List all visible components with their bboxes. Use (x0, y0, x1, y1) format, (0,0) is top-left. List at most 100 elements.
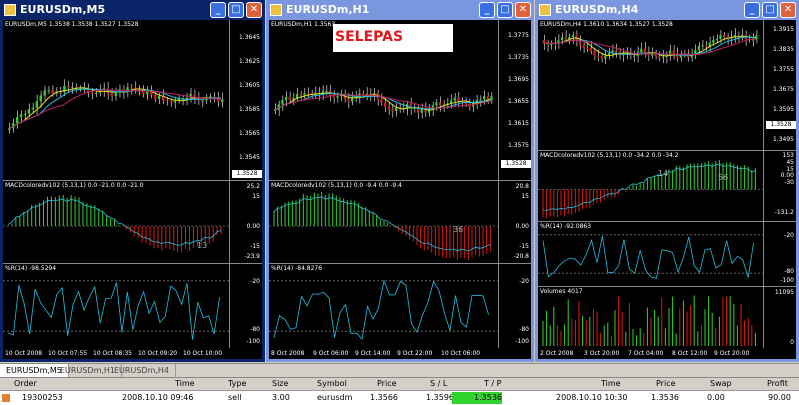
scale-label: 1.3575 (508, 142, 529, 149)
wpr-scale: -20 -80 -100 (229, 264, 262, 348)
scale-label: 0.00 (780, 172, 794, 179)
table-row[interactable]: 19300253 2008.10.10 09:46 sell 3.00 euru… (0, 392, 799, 404)
macd-pane[interactable]: MACDcoloredv102 (5,13,1) 0.0 -34.2 0.0 -… (538, 151, 796, 222)
window-title: EURUSDm,M5 (20, 3, 106, 16)
chart-window-h1[interactable]: EURUSDm,H1 _ □ ✕ EURUSDm,H1 1.3563 SELEP… (266, 0, 534, 362)
scale-label: -20 (519, 278, 529, 285)
tp-cell: 1.3536 (452, 392, 502, 404)
chart-area[interactable]: EURUSDm,H4 1.3610 1.3634 1.3527 1.3528 1… (538, 20, 796, 359)
scale-label: -20 (784, 232, 794, 239)
candle-body (71, 86, 74, 88)
time-axis: 8 Oct 2008 9 Oct 06:00 9 Oct 14:00 9 Oct… (269, 349, 531, 359)
candle-body (564, 37, 567, 40)
window-titlebar[interactable]: EURUSDm,M5 _ □ ✕ (0, 0, 265, 20)
chart-area[interactable]: EURUSDm,M5 1.3538 1.3538 1.3527 1.3528 1… (3, 20, 262, 359)
scale-label: 1.3595 (773, 106, 794, 113)
volume-pane[interactable]: Volumes 4017 11095 0 (538, 287, 796, 348)
col-header[interactable]: Swap (710, 379, 732, 388)
col-header[interactable]: Order (14, 379, 37, 388)
cell: 90.00 (768, 393, 791, 402)
window-titlebar[interactable]: EURUSDm,H4 _ □ ✕ (535, 0, 799, 20)
scale-label: -23.9 (244, 253, 260, 260)
minimize-button[interactable]: _ (210, 2, 226, 18)
window-title: EURUSDm,H1 (286, 3, 370, 16)
col-header[interactable]: Price (656, 379, 676, 388)
candle-body (435, 102, 438, 106)
price-pane[interactable]: EURUSDm,H1 1.3563 SELEPAS 1.3775 1.3735 … (269, 20, 531, 181)
wpr-pane[interactable]: %R(14) -84.8276 -20 -80 -100 (269, 264, 531, 348)
close-button[interactable]: ✕ (246, 2, 262, 18)
candle-body (490, 96, 493, 101)
col-header[interactable]: Type (228, 379, 246, 388)
scale-label: -100 (780, 277, 794, 284)
close-button[interactable]: ✕ (515, 2, 531, 18)
minimize-button[interactable]: _ (479, 2, 495, 18)
current-price-box: 1.3528 (501, 160, 531, 168)
candle-body (694, 50, 697, 54)
candle-body (23, 113, 27, 115)
candle-body (31, 107, 35, 110)
minimize-button[interactable]: _ (744, 2, 760, 18)
close-button[interactable]: ✕ (780, 2, 796, 18)
tab-eurusdm-h4[interactable]: EURUSDm,H4 (108, 364, 177, 377)
chart-area[interactable]: EURUSDm,H1 1.3563 SELEPAS 1.3775 1.3735 … (269, 20, 531, 359)
macd-histogram-svg (3, 195, 230, 253)
col-header[interactable]: Time (175, 379, 195, 388)
col-header[interactable]: S / L (430, 379, 447, 388)
candle-body (285, 96, 288, 100)
price-chart-svg (542, 28, 758, 65)
wpr-pane[interactable]: %R(14) -92.0863 -20 -80 -100 (538, 222, 796, 287)
macd-pane[interactable]: MACDcoloredv102 (5,13,1) 0.0 -9.4 0.0 -9… (269, 181, 531, 264)
candle-body (672, 50, 675, 54)
time-label: 10 Oct 09:20 (138, 350, 178, 357)
time-label: 10 Oct 07:55 (48, 350, 88, 357)
macd-annotation: 36 (453, 225, 464, 234)
col-header[interactable]: T / P (484, 379, 502, 388)
scale-label: 15 (521, 193, 529, 200)
selepas-annotation: SELEPAS (333, 24, 453, 52)
wpr-pane[interactable]: %R(14) -98.5294 -20 -80 -100 (3, 264, 262, 348)
scale-label: -20 (250, 278, 260, 285)
price-pane[interactable]: EURUSDm,H4 1.3610 1.3634 1.3527 1.3528 1… (538, 20, 796, 151)
candle-body (153, 94, 157, 100)
candle-body (307, 93, 310, 95)
macd-pane[interactable]: MACDcoloredv102 (5,13,1) 0.0 -21.0 0.0 -… (3, 181, 262, 264)
time-label: 10 Oct 10:00 (183, 350, 223, 357)
chart-window-h4[interactable]: EURUSDm,H4 _ □ ✕ EURUSDm,H4 1.3610 1.363… (535, 0, 799, 362)
col-header[interactable]: Price (377, 379, 397, 388)
order-icon (2, 394, 10, 402)
scale-label: 1.3755 (773, 66, 794, 73)
scale-label: 1.3735 (508, 54, 529, 61)
window-titlebar[interactable]: EURUSDm,H1 _ □ ✕ (266, 0, 534, 20)
candle-body (90, 92, 94, 94)
candle-body (387, 106, 390, 110)
candle-body (615, 50, 618, 53)
scale-label: 1.3625 (239, 58, 260, 65)
candle-body (146, 91, 149, 95)
scale-label: 1.3695 (508, 76, 529, 83)
moving-average-line (542, 38, 756, 56)
current-price-box: 1.3528 (232, 170, 262, 178)
time-label: 8 Oct 2008 (271, 350, 305, 357)
candle-body (737, 35, 740, 37)
cell: 2008.10.10 10:30 (556, 393, 628, 402)
chart-window-icon (270, 4, 282, 16)
maximize-button[interactable]: □ (228, 2, 244, 18)
volume-histogram-svg (542, 295, 756, 346)
candle-body (27, 109, 31, 114)
price-pane[interactable]: EURUSDm,M5 1.3538 1.3538 1.3527 1.3528 1… (3, 20, 262, 181)
col-header[interactable]: Profit (767, 379, 788, 388)
chart-window-m5[interactable]: EURUSDm,M5 _ □ ✕ EURUSDm,M5 1.3538 1.353… (0, 0, 265, 362)
scale-label: 25.2 (246, 183, 260, 190)
scale-label: 1.3565 (239, 130, 260, 137)
candle-body (296, 94, 299, 98)
col-header[interactable]: Time (601, 379, 621, 388)
macd-annotation: 13 (197, 241, 208, 250)
maximize-button[interactable]: □ (762, 2, 778, 18)
price-chart-svg (7, 79, 224, 134)
col-header[interactable]: Size (272, 379, 288, 388)
maximize-button[interactable]: □ (497, 2, 513, 18)
candle-body (561, 37, 564, 41)
candle-body (169, 101, 173, 103)
col-header[interactable]: Symbol (317, 379, 347, 388)
